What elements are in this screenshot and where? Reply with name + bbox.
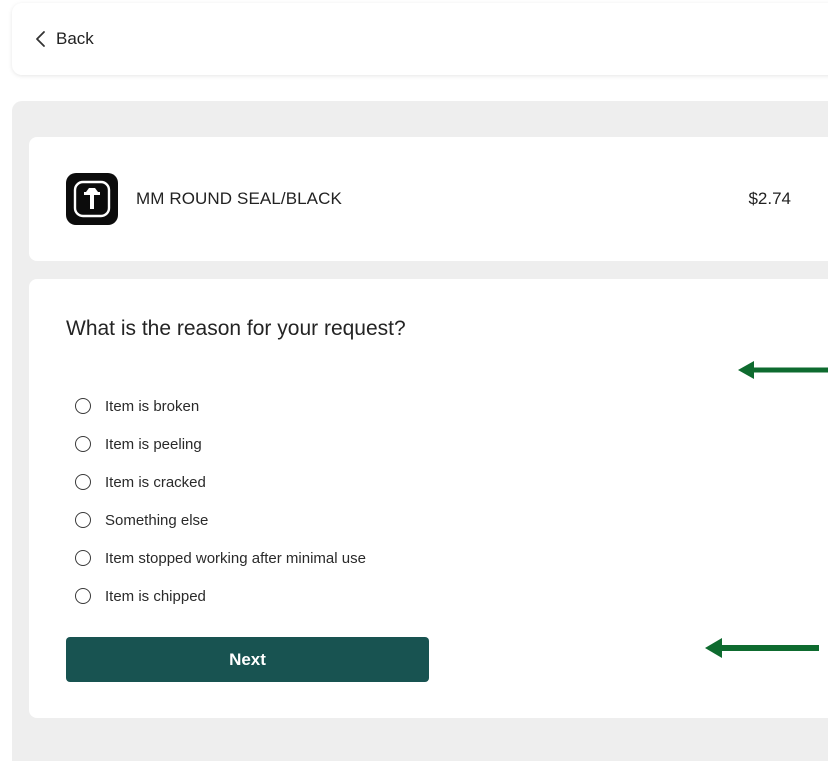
radio-button[interactable] — [75, 398, 91, 414]
arrow-left-icon — [705, 638, 819, 658]
reason-option-label: Item stopped working after minimal use — [105, 549, 366, 567]
radio-button[interactable] — [75, 512, 91, 528]
next-button[interactable]: Next — [66, 637, 429, 682]
reason-option-label: Item is cracked — [105, 473, 206, 491]
radio-button[interactable] — [75, 550, 91, 566]
radio-button[interactable] — [75, 588, 91, 604]
reason-option[interactable]: Item stopped working after minimal use — [75, 539, 366, 577]
reason-option[interactable]: Item is broken — [75, 387, 366, 425]
radio-button[interactable] — [75, 436, 91, 452]
radio-button[interactable] — [75, 474, 91, 490]
reason-option-label: Something else — [105, 511, 209, 529]
product-price: $2.74 — [748, 189, 791, 208]
product-card: MM ROUND SEAL/BLACK $2.74 — [29, 137, 828, 261]
reason-option-label: Item is broken — [105, 397, 200, 415]
brand-logo-icon — [66, 173, 118, 225]
reason-option[interactable]: Item is peeling — [75, 425, 366, 463]
arrow-left-icon — [738, 361, 828, 379]
product-name: MM ROUND SEAL/BLACK — [136, 189, 342, 208]
back-label: Back — [56, 29, 94, 48]
reason-option-label: Item is chipped — [105, 587, 206, 605]
chevron-left-icon — [34, 30, 46, 48]
reason-option[interactable]: Item is cracked — [75, 463, 366, 501]
top-bar: Back — [12, 3, 828, 75]
reason-options: Item is broken Item is peeling Item is c… — [75, 387, 366, 615]
reason-option[interactable]: Item is chipped — [75, 577, 366, 615]
reason-option[interactable]: Something else — [75, 501, 366, 539]
reason-option-label: Item is peeling — [105, 435, 202, 453]
back-button[interactable]: Back — [34, 29, 94, 49]
question-heading: What is the reason for your request? — [66, 317, 406, 340]
